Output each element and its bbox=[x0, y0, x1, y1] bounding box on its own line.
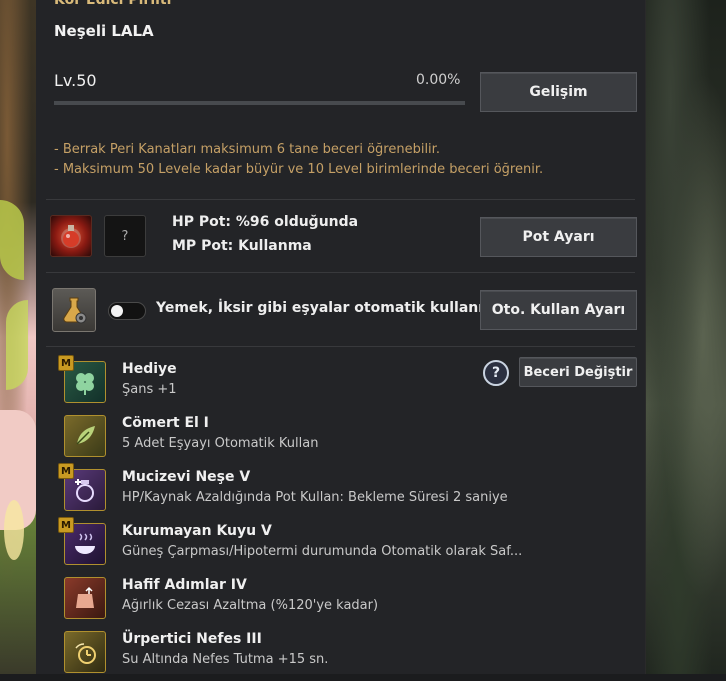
weight-bag-icon bbox=[64, 577, 106, 619]
pet-info-panel: Kör Edici Pırıltı Neşeli LALA Lv.50 0.00… bbox=[36, 0, 645, 674]
potion-settings-button[interactable]: Pot Ayarı bbox=[480, 217, 637, 257]
divider bbox=[46, 346, 635, 347]
flask-gear-icon bbox=[63, 297, 87, 324]
skill-name: Hafif Adımlar IV bbox=[122, 577, 247, 593]
skill-name: Ürpertici Nefes III bbox=[122, 631, 262, 647]
skill-row[interactable]: M Mucizevi Neşe V HP/Kaynak Azaldığında … bbox=[58, 463, 624, 519]
skill-name: Hediye bbox=[122, 361, 177, 377]
skill-row[interactable]: M Hediye Şans +1 bbox=[58, 355, 624, 411]
skill-name: Kurumayan Kuyu V bbox=[122, 523, 272, 539]
skill-description: Su Altında Nefes Tutma +15 sn. bbox=[122, 652, 329, 667]
skill-name: Mucizevi Neşe V bbox=[122, 469, 251, 485]
exp-progress-bar bbox=[54, 101, 465, 105]
toggle-knob bbox=[111, 305, 123, 317]
skill-row[interactable]: Cömert El I 5 Adet Eşyayı Otomatik Kulla… bbox=[64, 415, 624, 465]
skill-description: Güneş Çarpması/Hipotermi durumunda Otoma… bbox=[122, 544, 523, 559]
mp-potion-setting: MP Pot: Kullanma bbox=[172, 238, 312, 254]
exp-percent: 0.00% bbox=[416, 72, 461, 88]
wing-leaf-shape bbox=[0, 200, 24, 280]
leaf-glyph bbox=[76, 426, 95, 445]
skill-name: Cömert El I bbox=[122, 415, 209, 431]
divider bbox=[46, 272, 635, 273]
background-scene bbox=[645, 0, 726, 674]
skill-description: Ağırlık Cezası Azaltma (%120'ye kadar) bbox=[122, 598, 379, 613]
mp-potion-slot[interactable]: ? bbox=[104, 215, 146, 257]
auto-use-icon bbox=[52, 288, 96, 332]
grow-button[interactable]: Gelişim bbox=[480, 72, 637, 112]
pet-level: Lv.50 bbox=[54, 71, 97, 90]
character-glow-shape bbox=[4, 500, 24, 560]
timer-glyph bbox=[75, 643, 96, 664]
hp-potion-setting: HP Pot: %96 olduğunda bbox=[172, 214, 359, 230]
panel-title: Kör Edici Pırıltı bbox=[54, 0, 172, 8]
potion-plus-glyph bbox=[75, 479, 94, 502]
auto-use-description: Yemek, İksir gibi eşyalar otomatik kulla… bbox=[156, 300, 503, 316]
mastery-badge: M bbox=[58, 463, 74, 479]
skill-row[interactable]: M Kurumayan Kuyu V Güneş Çarpması/Hipote… bbox=[58, 517, 624, 573]
info-note: - Maksimum 50 Levele kadar büyür ve 10 L… bbox=[54, 162, 544, 177]
skill-row[interactable]: Hafif Adımlar IV Ağırlık Cezası Azaltma … bbox=[64, 577, 624, 627]
skill-description: HP/Kaynak Azaldığında Pot Kullan: Beklem… bbox=[122, 490, 508, 505]
clover-glyph bbox=[76, 373, 94, 395]
skill-description: 5 Adet Eşyayı Otomatik Kullan bbox=[122, 436, 319, 451]
pet-name: Neşeli LALA bbox=[54, 22, 154, 40]
wing-leaf-shape bbox=[6, 300, 28, 390]
mastery-badge: M bbox=[58, 517, 74, 533]
breath-timer-icon bbox=[64, 631, 106, 673]
leaf-hand-icon bbox=[64, 415, 106, 457]
divider bbox=[46, 199, 635, 200]
mastery-badge: M bbox=[58, 355, 74, 371]
hp-potion-icon[interactable] bbox=[50, 215, 92, 257]
skill-description: Şans +1 bbox=[122, 382, 177, 397]
character-art bbox=[0, 0, 36, 674]
auto-use-settings-button[interactable]: Oto. Kullan Ayarı bbox=[480, 290, 637, 330]
potion-flask-icon bbox=[61, 225, 81, 248]
bowl-glyph bbox=[75, 533, 95, 554]
auto-use-toggle[interactable] bbox=[108, 302, 146, 320]
info-note: - Berrak Peri Kanatları maksimum 6 tane … bbox=[54, 142, 440, 157]
bag-glyph bbox=[76, 586, 94, 608]
